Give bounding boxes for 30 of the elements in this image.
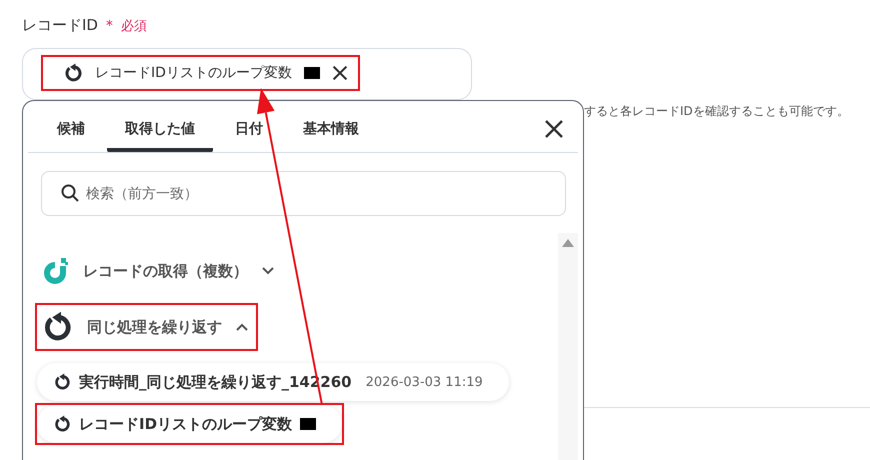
redaction-block bbox=[304, 67, 320, 79]
chevron-icon bbox=[262, 267, 274, 275]
input-field[interactable]: レコードIDリストのループ変数 bbox=[22, 48, 472, 100]
value-item[interactable]: レコードIDリストのループ変数 bbox=[37, 405, 342, 443]
group-title: 同じ処理を繰り返す bbox=[87, 318, 222, 336]
required-label: 必須 bbox=[120, 18, 147, 35]
loop-icon bbox=[63, 63, 83, 83]
group-title: レコードの取得（複数） bbox=[83, 262, 248, 280]
scrollbar[interactable] bbox=[558, 233, 578, 460]
chevron-icon bbox=[236, 323, 248, 331]
tab[interactable]: 候補 bbox=[39, 120, 103, 152]
tab[interactable]: 取得した値 bbox=[107, 120, 213, 152]
search-field[interactable]: 検索（前方一致） bbox=[41, 171, 566, 216]
tab[interactable]: 日付 bbox=[217, 120, 281, 152]
help-text: すると各レコードIDを確認することも可能です。 bbox=[584, 103, 850, 120]
field-label: レコードID bbox=[22, 16, 98, 35]
redaction-block bbox=[300, 418, 316, 430]
close-button[interactable] bbox=[544, 119, 564, 139]
group-header[interactable]: 同じ処理を繰り返す bbox=[37, 305, 256, 349]
scroll-up-icon[interactable] bbox=[562, 239, 574, 247]
group-header[interactable]: レコードの取得（複数） bbox=[37, 249, 282, 293]
remove-button[interactable] bbox=[332, 65, 348, 81]
loop-icon bbox=[53, 373, 71, 391]
required-mark: ＊ bbox=[102, 16, 117, 35]
loop-icon bbox=[53, 415, 71, 433]
tab[interactable]: 基本情報 bbox=[285, 120, 377, 152]
timestamp: 2026-03-03 11:19 bbox=[366, 374, 483, 390]
value-label: レコードIDリストのループ変数 bbox=[79, 414, 292, 434]
chip-label: レコードIDリストのループ変数 bbox=[95, 64, 292, 82]
app-logo-icon bbox=[41, 256, 69, 286]
